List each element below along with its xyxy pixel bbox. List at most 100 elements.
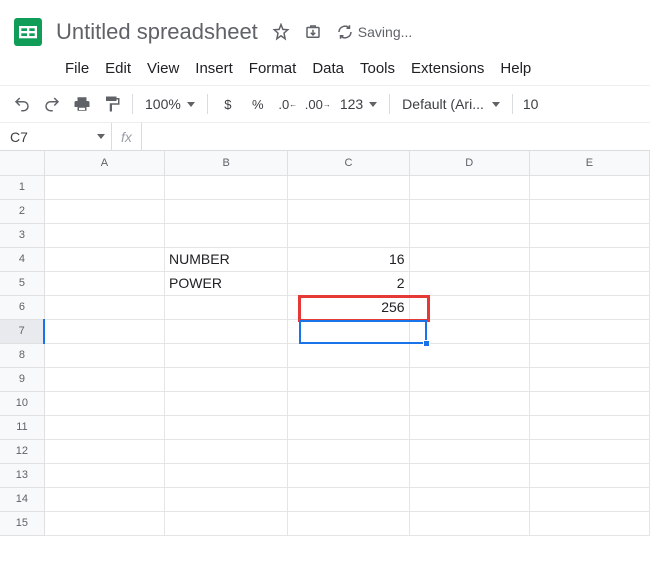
- increase-decimal[interactable]: .00→: [304, 90, 332, 118]
- cell-A1[interactable]: [44, 175, 164, 199]
- menu-view[interactable]: View: [140, 58, 186, 79]
- cell-C12[interactable]: [288, 439, 409, 463]
- row-header-12[interactable]: 12: [0, 439, 44, 463]
- paint-format-icon[interactable]: [98, 90, 126, 118]
- cell-C1[interactable]: [288, 175, 409, 199]
- cell-E5[interactable]: [529, 271, 649, 295]
- cell-C11[interactable]: [288, 415, 409, 439]
- cell-D14[interactable]: [409, 487, 529, 511]
- cell-D3[interactable]: [409, 223, 529, 247]
- select-all-corner[interactable]: [0, 151, 44, 175]
- cell-C5[interactable]: 2: [288, 271, 409, 295]
- star-icon[interactable]: [272, 23, 290, 41]
- undo-icon[interactable]: [8, 90, 36, 118]
- zoom-select[interactable]: 100%: [139, 96, 201, 112]
- name-box[interactable]: C7: [0, 123, 112, 150]
- row-header-6[interactable]: 6: [0, 295, 44, 319]
- cell-D12[interactable]: [409, 439, 529, 463]
- cell-C2[interactable]: [288, 199, 409, 223]
- cell-C14[interactable]: [288, 487, 409, 511]
- cell-A6[interactable]: [44, 295, 164, 319]
- col-header-B[interactable]: B: [165, 151, 288, 175]
- number-format[interactable]: 123: [334, 96, 383, 112]
- cell-D1[interactable]: [409, 175, 529, 199]
- formula-bar[interactable]: [142, 123, 650, 150]
- menu-format[interactable]: Format: [242, 58, 304, 79]
- cell-D11[interactable]: [409, 415, 529, 439]
- row-header-9[interactable]: 9: [0, 367, 44, 391]
- cell-B13[interactable]: [165, 463, 288, 487]
- cell-D2[interactable]: [409, 199, 529, 223]
- move-icon[interactable]: [304, 23, 322, 41]
- col-header-D[interactable]: D: [409, 151, 529, 175]
- format-percent[interactable]: %: [244, 90, 272, 118]
- cell-C4[interactable]: 16: [288, 247, 409, 271]
- selection-handle[interactable]: [423, 340, 430, 347]
- cell-D13[interactable]: [409, 463, 529, 487]
- menu-extensions[interactable]: Extensions: [404, 58, 491, 79]
- row-header-2[interactable]: 2: [0, 199, 44, 223]
- cell-C8[interactable]: [288, 343, 409, 367]
- cell-A7[interactable]: [44, 319, 164, 343]
- cell-E6[interactable]: [529, 295, 649, 319]
- cell-E13[interactable]: [529, 463, 649, 487]
- row-header-7[interactable]: 7: [0, 319, 44, 343]
- col-header-A[interactable]: A: [44, 151, 164, 175]
- cell-D4[interactable]: [409, 247, 529, 271]
- print-icon[interactable]: [68, 90, 96, 118]
- cell-D5[interactable]: [409, 271, 529, 295]
- cell-B7[interactable]: [165, 319, 288, 343]
- cell-E14[interactable]: [529, 487, 649, 511]
- row-header-8[interactable]: 8: [0, 343, 44, 367]
- cell-E15[interactable]: [529, 511, 649, 535]
- cell-B14[interactable]: [165, 487, 288, 511]
- col-header-C[interactable]: C: [288, 151, 409, 175]
- row-header-14[interactable]: 14: [0, 487, 44, 511]
- row-header-3[interactable]: 3: [0, 223, 44, 247]
- menu-insert[interactable]: Insert: [188, 58, 240, 79]
- cell-B1[interactable]: [165, 175, 288, 199]
- menu-data[interactable]: Data: [305, 58, 351, 79]
- cell-E1[interactable]: [529, 175, 649, 199]
- cell-E11[interactable]: [529, 415, 649, 439]
- menu-file[interactable]: File: [58, 58, 96, 79]
- cell-E3[interactable]: [529, 223, 649, 247]
- cell-B2[interactable]: [165, 199, 288, 223]
- cell-A8[interactable]: [44, 343, 164, 367]
- cell-E2[interactable]: [529, 199, 649, 223]
- cell-E8[interactable]: [529, 343, 649, 367]
- cell-B8[interactable]: [165, 343, 288, 367]
- cell-A15[interactable]: [44, 511, 164, 535]
- cell-C3[interactable]: [288, 223, 409, 247]
- row-header-13[interactable]: 13: [0, 463, 44, 487]
- cell-C15[interactable]: [288, 511, 409, 535]
- row-header-10[interactable]: 10: [0, 391, 44, 415]
- cell-E10[interactable]: [529, 391, 649, 415]
- format-currency[interactable]: $: [214, 90, 242, 118]
- cell-E4[interactable]: [529, 247, 649, 271]
- cell-A14[interactable]: [44, 487, 164, 511]
- spreadsheet-grid[interactable]: ABCDE1234NUMBER165POWER26256789101112131…: [0, 151, 650, 536]
- cell-A13[interactable]: [44, 463, 164, 487]
- cell-A9[interactable]: [44, 367, 164, 391]
- cell-A4[interactable]: [44, 247, 164, 271]
- cell-D6[interactable]: [409, 295, 529, 319]
- col-header-E[interactable]: E: [529, 151, 649, 175]
- cell-A2[interactable]: [44, 199, 164, 223]
- cell-B4[interactable]: NUMBER: [165, 247, 288, 271]
- row-header-11[interactable]: 11: [0, 415, 44, 439]
- row-header-15[interactable]: 15: [0, 511, 44, 535]
- cell-B9[interactable]: [165, 367, 288, 391]
- cell-A5[interactable]: [44, 271, 164, 295]
- cell-E9[interactable]: [529, 367, 649, 391]
- menu-edit[interactable]: Edit: [98, 58, 138, 79]
- cell-A12[interactable]: [44, 439, 164, 463]
- row-header-4[interactable]: 4: [0, 247, 44, 271]
- cell-C9[interactable]: [288, 367, 409, 391]
- cell-D10[interactable]: [409, 391, 529, 415]
- menu-tools[interactable]: Tools: [353, 58, 402, 79]
- cell-B6[interactable]: [165, 295, 288, 319]
- cell-B12[interactable]: [165, 439, 288, 463]
- decrease-decimal[interactable]: .0←: [274, 90, 302, 118]
- cell-C6[interactable]: 256: [288, 295, 409, 319]
